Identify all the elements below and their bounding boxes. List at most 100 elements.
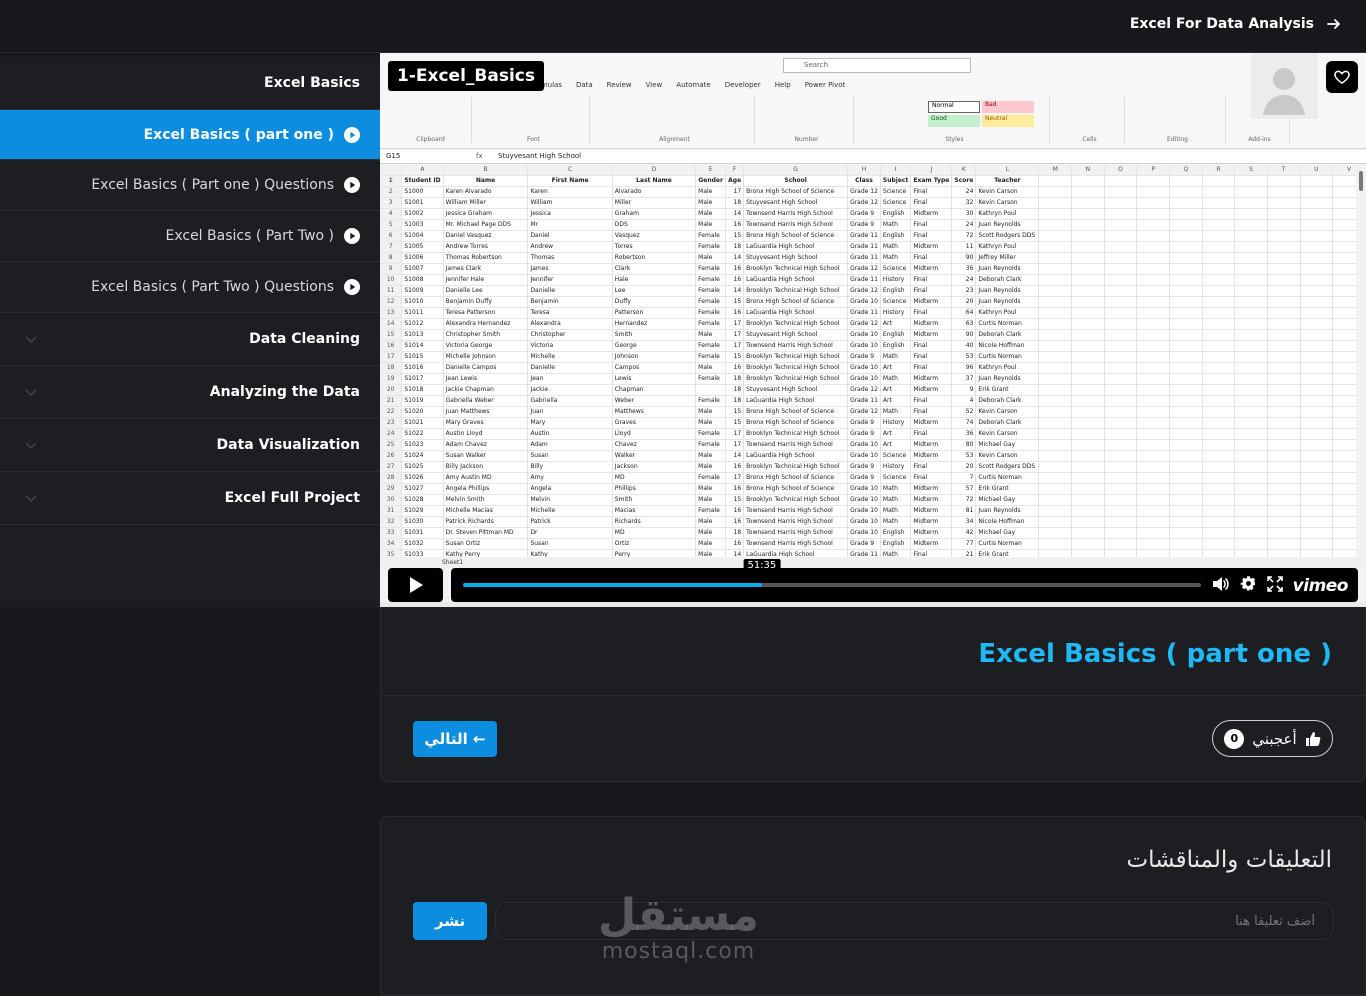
excel-cell: 11 (951, 241, 977, 253)
excel-cell: Curtis Norman (975, 472, 1040, 484)
course-link[interactable]: Excel For Data Analysis (1130, 16, 1342, 32)
excel-empty-cell (1136, 516, 1170, 528)
sidebar-section[interactable]: Data Visualization (0, 419, 380, 472)
table-row: 11 S1009 Danielle Lee Danielle Lee Female 14 Br… (380, 285, 1366, 297)
excel-cell: Erik Grant (975, 483, 1040, 495)
excel-empty-cell (1234, 307, 1268, 319)
excel-cell: 16 (725, 263, 745, 275)
excel-cell: Kathy Perry (443, 549, 529, 557)
excel-cell: Art (880, 428, 912, 440)
excel-empty-cell (1038, 340, 1073, 352)
excel-cell: Male (695, 461, 727, 473)
sidebar-section[interactable]: Excel Full Project (0, 472, 380, 525)
sidebar-item-label: Excel Full Project (224, 490, 360, 506)
excel-cell: Grade 11 (847, 307, 881, 319)
excel-cell: Mary Graves (443, 417, 529, 429)
excel-cell: S1021 (401, 417, 444, 429)
excel-cell: 15 (725, 230, 745, 242)
volume-icon[interactable] (1212, 576, 1230, 596)
excel-empty-cell (1267, 494, 1301, 506)
excel-cell: S1030 (401, 516, 444, 528)
excel-cell: Johnson (612, 351, 697, 363)
sidebar-lesson[interactable]: Excel Basics ( Part one ) Questions (0, 160, 380, 211)
excel-empty-cell (1136, 197, 1170, 209)
excel-cell: S1028 (401, 494, 444, 506)
sidebar-lesson[interactable]: Excel Basics ( Part Two ) Questions (0, 262, 380, 313)
excel-cell: Brooklyn Technical High School (743, 428, 849, 440)
excel-empty-cell (1300, 241, 1334, 253)
excel-empty-cell (1038, 472, 1073, 484)
excel-empty-cell (1169, 208, 1203, 220)
table-row: 17 S1015 Michelle Johnson Michelle Johnson Fe… (380, 351, 1366, 363)
excel-empty-cell (1267, 461, 1301, 473)
excel-cell: S1012 (401, 318, 444, 330)
sidebar-section[interactable]: Data Cleaning (0, 313, 380, 366)
excel-cell: Grade 12 (847, 318, 881, 330)
excel-cell: English (880, 527, 912, 539)
table-row: 21 S1019 Gabriella Weber Gabriella Weber Fema… (380, 395, 1366, 407)
excel-cell: Math (880, 252, 912, 264)
excel-row-number: 11 (380, 285, 403, 297)
excel-empty-cell (1169, 428, 1203, 440)
video-player[interactable]: Search Formulas Data Review View Automate Dev… (380, 53, 1366, 607)
watermark-arabic: مستقل (598, 890, 759, 941)
sidebar-lesson[interactable]: Excel Basics ( part one ) (0, 110, 380, 160)
excel-cell: Dr. Steven Pittman MD (443, 527, 529, 539)
excel-empty-cell (1267, 527, 1301, 539)
excel-cell: Jackie Chapman (443, 384, 529, 396)
table-row: 16 S1014 Victoria George Victoria George Fema… (380, 340, 1366, 352)
excel-cell: 16 (725, 505, 745, 517)
excel-empty-cell (1267, 472, 1301, 484)
excel-cell: Score (951, 175, 977, 187)
excel-cell: 36 (951, 428, 977, 440)
excel-empty-cell (1169, 329, 1203, 341)
excel-empty-cell (1071, 208, 1105, 220)
excel-row-number: 14 (380, 318, 403, 330)
excel-cell: S1016 (401, 362, 444, 374)
excel-cell: LaGuardia High School (743, 241, 849, 253)
progress-bar[interactable] (463, 583, 1201, 587)
excel-empty-cell (1136, 351, 1170, 363)
excel-empty-cell (1071, 472, 1105, 484)
excel-cell: MD (612, 472, 697, 484)
excel-cell: Phillips (612, 483, 697, 495)
excel-cell: 24 (951, 186, 977, 198)
sidebar-section[interactable]: Excel Basics (0, 57, 380, 110)
sidebar-section[interactable]: Analyzing the Data (0, 366, 380, 419)
thumbs-up-icon (1305, 731, 1321, 746)
excel-empty-cell (1267, 384, 1301, 396)
lesson-panel: Excel Basics ( part one ) التالي ← 0 أعج… (380, 607, 1366, 782)
vimeo-logo[interactable]: vimeo (1293, 576, 1349, 596)
excel-cell: Graham (612, 208, 697, 220)
excel-cell: 14 (725, 450, 745, 462)
excel-empty-cell (1038, 450, 1073, 462)
excel-cell: Final (910, 219, 953, 231)
presenter-avatar (1251, 53, 1318, 119)
excel-empty-cell (1071, 296, 1105, 308)
fullscreen-icon[interactable] (1266, 575, 1283, 596)
excel-cell: Billy (527, 461, 613, 473)
excel-cell (695, 384, 727, 396)
excel-empty-cell (1234, 186, 1268, 198)
excel-empty-cell (1071, 230, 1105, 242)
excel-cell: Math (880, 494, 912, 506)
like-button[interactable]: 0 أعجبني (1212, 720, 1333, 757)
like-video-button[interactable] (1326, 61, 1358, 93)
excel-empty-cell (1300, 472, 1334, 484)
excel-cell: Midterm (910, 208, 953, 220)
heart-icon (1334, 70, 1350, 84)
cell-style-good: Good (928, 115, 980, 127)
settings-gear-icon[interactable] (1240, 575, 1257, 596)
sidebar-lesson[interactable]: Excel Basics ( Part Two ) (0, 211, 380, 262)
excel-empty-cell (1169, 417, 1203, 429)
next-lesson-button[interactable]: التالي ← (413, 721, 497, 757)
excel-empty-cell (1234, 252, 1268, 264)
top-bar: Excel For Data Analysis (0, 0, 1366, 53)
excel-cell: Grade 9 (847, 461, 881, 473)
play-button[interactable] (388, 568, 443, 602)
excel-cell: James Clark (443, 263, 529, 275)
excel-cell: 20 (951, 296, 977, 308)
excel-cell: Male (695, 538, 727, 550)
excel-empty-cell (1169, 241, 1203, 253)
post-comment-button[interactable]: نشر (413, 902, 487, 940)
